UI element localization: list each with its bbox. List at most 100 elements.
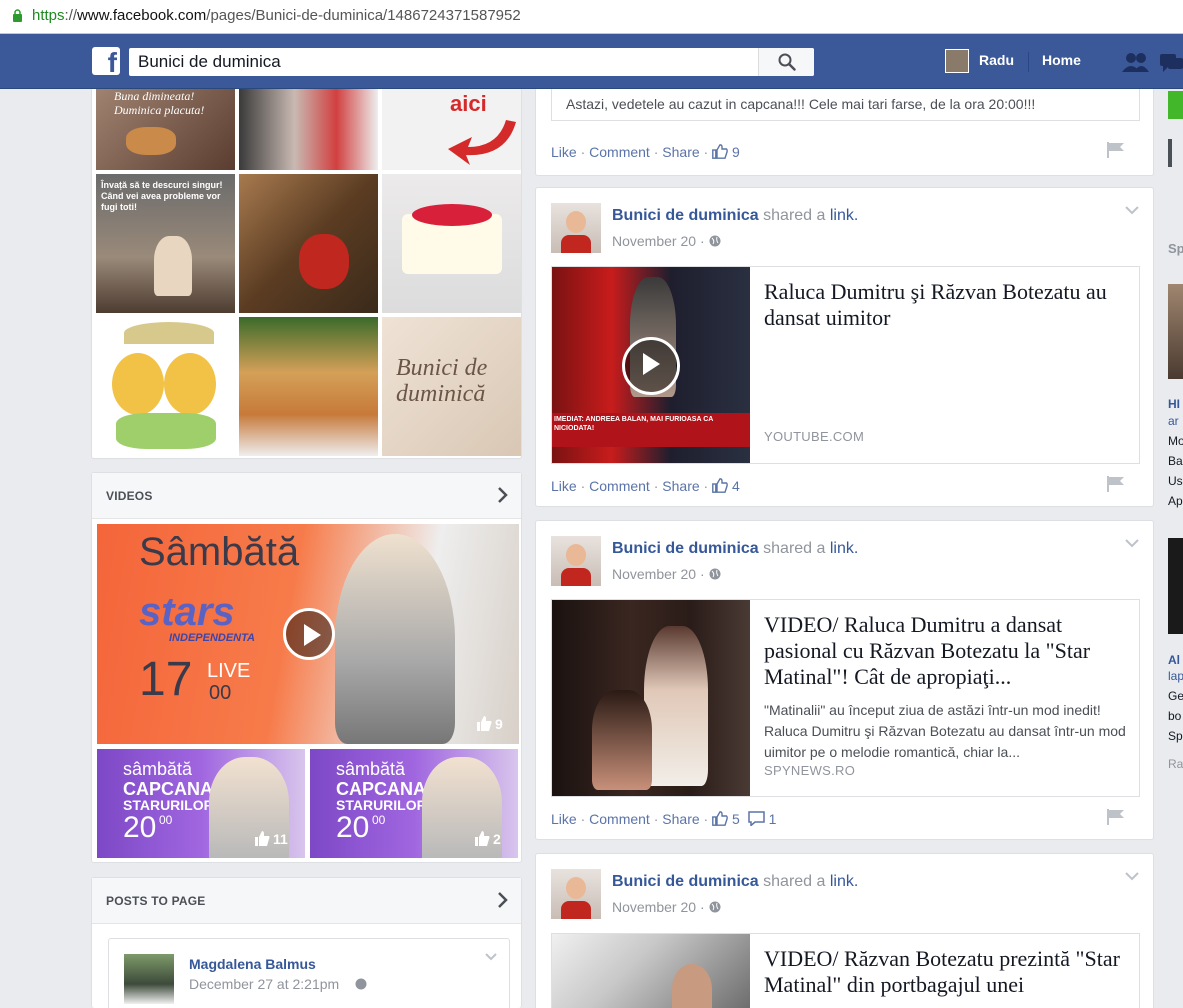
photo-tile[interactable]: aici: [382, 89, 521, 170]
feed-post: Bunici de duminica shared a link. Novemb…: [535, 853, 1154, 1008]
post-date: November 20 ·: [612, 899, 721, 915]
like-count-icon: [712, 144, 728, 159]
chevron-down-icon[interactable]: [1125, 539, 1139, 548]
photo-tile[interactable]: [239, 174, 378, 313]
chevron-down-icon[interactable]: [485, 953, 497, 961]
link-preview[interactable]: VIDEO/ Răzvan Botezatu prezintă "Star Ma…: [551, 933, 1140, 1008]
share-link[interactable]: Share: [662, 478, 699, 494]
messages-icon[interactable]: [1160, 52, 1183, 74]
link-title[interactable]: VIDEO/ Raluca Dumitru a dansat pasional …: [764, 612, 1124, 690]
profile-name: Radu: [979, 52, 1014, 68]
post-date: November 20 ·: [612, 233, 721, 249]
photo-tile[interactable]: Bunici de duminică: [382, 317, 521, 456]
page-name-link[interactable]: Bunici de duminica: [612, 873, 759, 890]
video-thumbnail[interactable]: sâmbătă CAPCANA STARURILOR 20 00 2: [310, 749, 518, 858]
post-header: Bunici de duminica shared a link.: [612, 207, 859, 224]
search-input[interactable]: Bunici de duminica: [138, 52, 281, 72]
right-column: Sp HI ar Mo Ba Us Ap Al lap Ge bo Sp Ra: [1166, 89, 1183, 1008]
page-avatar[interactable]: [551, 536, 601, 586]
page-name-link[interactable]: Bunici de duminica: [612, 540, 759, 557]
page-avatar[interactable]: [551, 203, 601, 253]
globe-icon: [355, 978, 367, 990]
photo-tile[interactable]: [239, 317, 378, 456]
globe-icon: [709, 235, 720, 247]
search-icon: [778, 53, 796, 71]
facebook-logo[interactable]: f: [92, 47, 120, 77]
nav-divider: [1028, 52, 1029, 72]
like-count[interactable]: 4: [732, 478, 740, 494]
friend-requests-icon[interactable]: [1122, 52, 1150, 74]
feed-post: Bunici de duminica shared a link. Novemb…: [535, 187, 1154, 507]
like-link[interactable]: Like: [551, 811, 577, 827]
comment-count[interactable]: 1: [769, 811, 777, 827]
post-author-link[interactable]: Magdalena Balmus: [189, 956, 316, 972]
link-thumbnail[interactable]: IMEDIAT: ANDREEA BALAN, MAI FURIOASA CA …: [552, 267, 750, 463]
comment-link[interactable]: Comment: [589, 478, 650, 494]
posts-to-page-card: POSTS TO PAGE Magdalena Balmus December …: [91, 877, 522, 1008]
feed-post: Bunici de duminica shared a link. Novemb…: [535, 520, 1154, 840]
link-title[interactable]: VIDEO/ Răzvan Botezatu prezintă "Star Ma…: [764, 946, 1124, 998]
share-link[interactable]: Share: [662, 144, 699, 160]
section-title: POSTS TO PAGE: [106, 894, 206, 908]
post-actions: Like · Comment · Share · 5 1: [551, 811, 777, 828]
link-preview[interactable]: IMEDIAT: ANDREEA BALAN, MAI FURIOASA CA …: [551, 266, 1140, 464]
photo-tile[interactable]: [239, 89, 378, 170]
post-date[interactable]: December 27 at 2:21pm: [189, 976, 339, 992]
comment-count-icon: [747, 811, 765, 828]
chevron-down-icon[interactable]: [1125, 872, 1139, 881]
green-button[interactable]: [1168, 91, 1183, 119]
photo-tile[interactable]: [96, 317, 235, 456]
video-thumbnail-main[interactable]: Sâmbătă stars INDEPENDENTA 17 LIVE 00 9: [97, 524, 519, 744]
post-header: Bunici de duminica shared a link.: [612, 873, 859, 890]
photos-grid: Buna dimineata! Duminica placuta! aici Î…: [91, 89, 522, 459]
flag-icon[interactable]: [1107, 142, 1125, 158]
videos-header[interactable]: VIDEOS: [92, 473, 521, 519]
chevron-right-icon[interactable]: [497, 892, 509, 908]
play-button[interactable]: [283, 608, 335, 660]
avatar[interactable]: [124, 954, 174, 1004]
search-bar[interactable]: Bunici de duminica: [129, 48, 814, 76]
photo-tile[interactable]: [382, 174, 521, 313]
link-source: YOUTUBE.COM: [764, 429, 865, 444]
arrow-icon: [448, 120, 516, 165]
link-description: "Matinalii" au început ziua de astăzi în…: [764, 702, 1126, 760]
share-link[interactable]: Share: [662, 811, 699, 827]
link-preview[interactable]: VIDEO/ Raluca Dumitru a dansat pasional …: [551, 599, 1140, 797]
post-date: November 20 ·: [612, 566, 721, 582]
photo-tile[interactable]: Buna dimineata! Duminica placuta!: [96, 89, 235, 170]
lock-icon: [13, 9, 22, 22]
flag-icon[interactable]: [1107, 809, 1125, 825]
home-link[interactable]: Home: [1042, 52, 1081, 68]
link-word[interactable]: link.: [830, 207, 858, 224]
page-avatar[interactable]: [551, 869, 601, 919]
url-text[interactable]: https://www.facebook.com/pages/Bunici-de…: [32, 7, 521, 24]
page-name-link[interactable]: Bunici de duminica: [612, 207, 759, 224]
search-button[interactable]: [758, 48, 814, 76]
thumbs-up-icon: [255, 831, 270, 846]
play-button[interactable]: [622, 337, 680, 395]
chevron-right-icon[interactable]: [497, 487, 509, 503]
comment-link[interactable]: Comment: [589, 811, 650, 827]
like-count[interactable]: 5: [732, 811, 740, 827]
thumbnail[interactable]: [1168, 538, 1183, 634]
browser-address-bar[interactable]: https://www.facebook.com/pages/Bunici-de…: [0, 0, 1183, 34]
video-thumbnail[interactable]: sâmbătă CAPCANA STARURILOR 20 00 11: [97, 749, 305, 858]
link-title[interactable]: Raluca Dumitru şi Răzvan Botezatu au dan…: [764, 279, 1124, 331]
comment-link[interactable]: Comment: [589, 144, 650, 160]
like-count-icon: [712, 478, 728, 493]
globe-icon: [709, 568, 720, 580]
link-word[interactable]: link.: [830, 873, 858, 890]
avatar: [945, 49, 969, 73]
link-word[interactable]: link.: [830, 540, 858, 557]
like-link[interactable]: Like: [551, 144, 577, 160]
post-text: Astazi, vedetele au cazut in capcana!!! …: [566, 96, 1036, 112]
like-count[interactable]: 9: [732, 144, 740, 160]
link-thumbnail[interactable]: [552, 934, 750, 1008]
thumbnail[interactable]: [1168, 284, 1183, 379]
chevron-down-icon[interactable]: [1125, 206, 1139, 215]
photo-tile[interactable]: Învață să te descurci singur! Când vei a…: [96, 174, 235, 313]
link-thumbnail[interactable]: [552, 600, 750, 796]
like-link[interactable]: Like: [551, 478, 577, 494]
flag-icon[interactable]: [1107, 476, 1125, 492]
posts-to-page-header[interactable]: POSTS TO PAGE: [92, 878, 521, 924]
